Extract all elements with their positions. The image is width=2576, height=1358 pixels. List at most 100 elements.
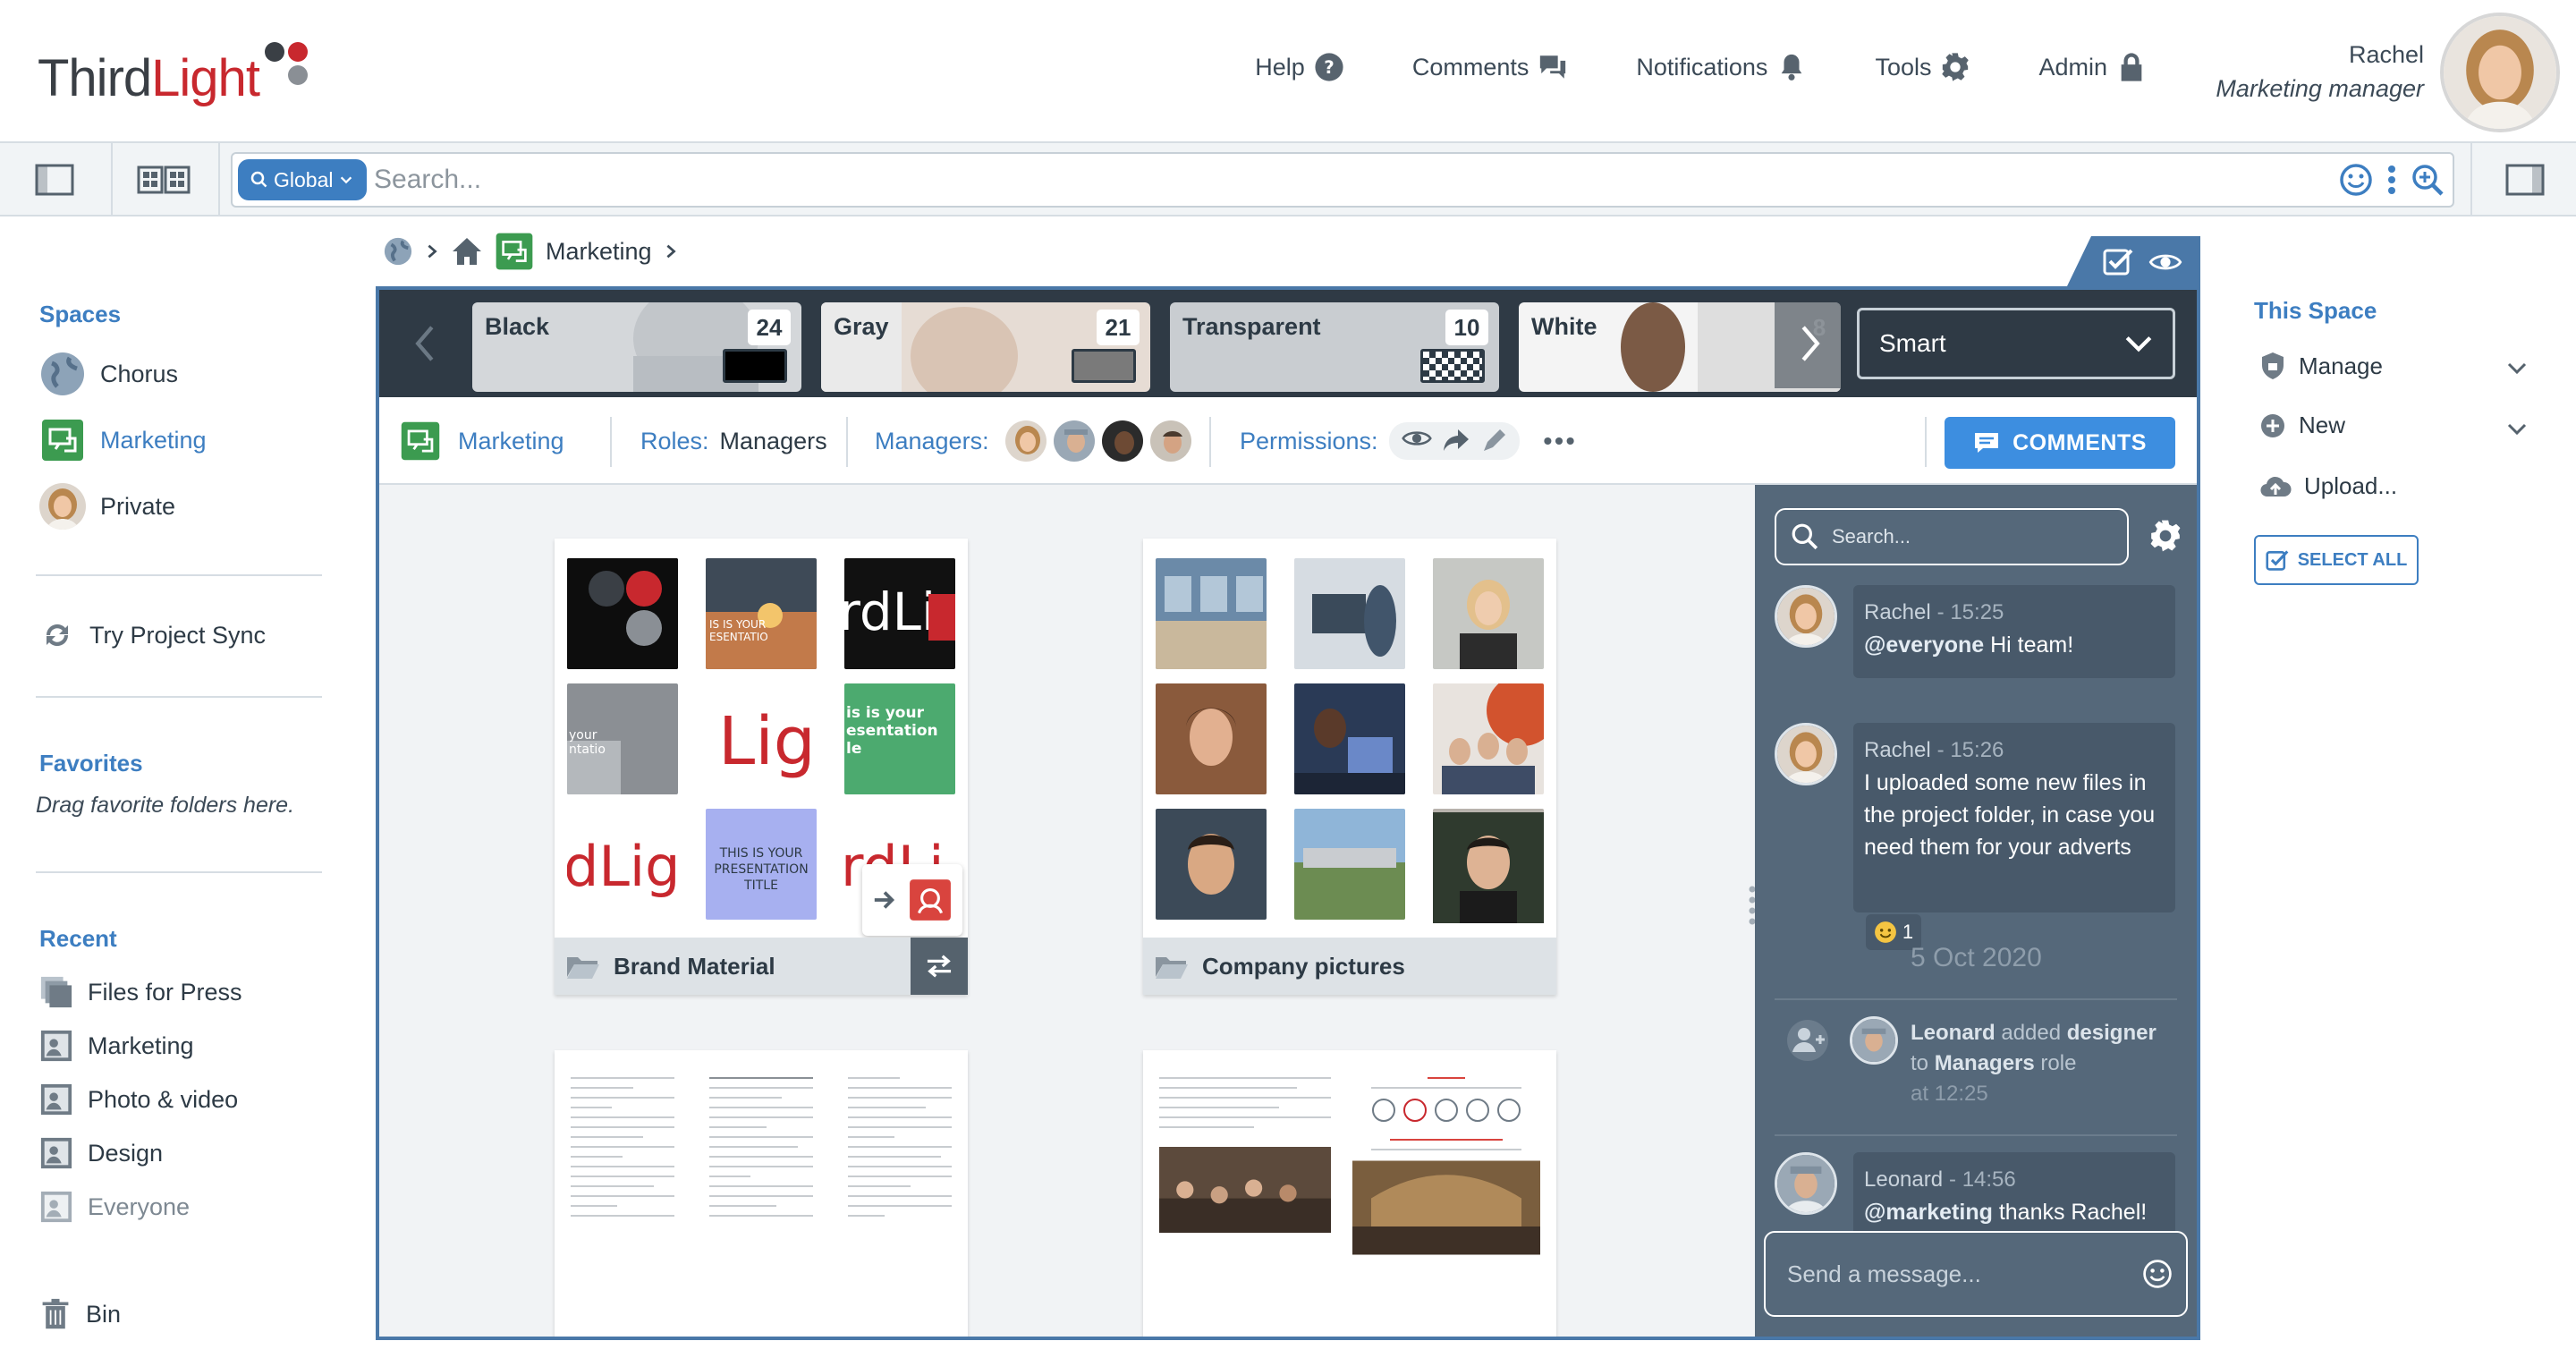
nav-notifications[interactable]: Notifications xyxy=(1636,52,1807,82)
thumbnail[interactable]: THIS IS YOUR PRESENTATION TITLE xyxy=(706,809,817,920)
nav-comments[interactable]: Comments xyxy=(1412,52,1569,82)
document-thumbnail[interactable] xyxy=(706,1074,817,1337)
user-avatar[interactable] xyxy=(2440,13,2560,132)
select-all-button[interactable]: SELECT ALL xyxy=(2254,535,2419,585)
filter-card-transparent[interactable]: Transparent 10 xyxy=(1170,302,1499,392)
space-item-chorus[interactable]: Chorus xyxy=(39,351,178,397)
system-avatar-leonard[interactable] xyxy=(1850,1016,1898,1065)
message-input[interactable] xyxy=(1787,1260,2127,1288)
chat-settings-gear-icon[interactable] xyxy=(2148,519,2182,553)
folder-card-brand-material[interactable]: IS IS YOUR ESENTATIO rdLi your ntatio Lig … xyxy=(555,539,968,995)
manager-avatar[interactable] xyxy=(1003,419,1048,463)
meta-space[interactable]: Marketing xyxy=(399,397,564,485)
recent-item-everyone[interactable]: Everyone xyxy=(39,1190,190,1224)
thumbnail[interactable] xyxy=(1156,558,1267,669)
thumbnail[interactable] xyxy=(567,558,678,669)
folder-card-library-guide[interactable] xyxy=(1143,1050,1556,1337)
folder-card-company-pictures[interactable]: Company pictures xyxy=(1143,539,1556,995)
thumbnail[interactable]: Lig xyxy=(706,683,817,794)
system-actor[interactable]: Leonard xyxy=(1911,1021,1996,1045)
filter-prev-button[interactable] xyxy=(385,299,465,388)
message-avatar-rachel[interactable] xyxy=(1775,723,1837,785)
toggle-left-sidebar-button[interactable] xyxy=(5,152,104,208)
more-vertical-icon[interactable] xyxy=(2386,162,2397,198)
upload-button[interactable]: Upload... xyxy=(2259,472,2397,500)
meta-managers[interactable]: Managers: xyxy=(875,397,1193,485)
chevron-right-icon[interactable] xyxy=(663,243,679,259)
message-mention[interactable]: @everyone xyxy=(1864,632,1984,658)
filter-card-black[interactable]: Black 24 xyxy=(472,302,801,392)
recent-item-files-for-press[interactable]: Files for Press xyxy=(39,975,242,1009)
manage-menu[interactable]: Manage xyxy=(2259,351,2383,381)
search-scope-dropdown[interactable]: Global xyxy=(238,159,367,200)
recent-item-design[interactable]: Design xyxy=(39,1136,163,1170)
bin-link[interactable]: Bin xyxy=(39,1297,121,1331)
filter-next-button[interactable] xyxy=(1775,299,1846,388)
user-info[interactable]: Rachel Marketing manager xyxy=(2216,38,2424,106)
thumbnail[interactable] xyxy=(1156,809,1267,920)
meta-permissions[interactable]: Permissions: xyxy=(1240,397,1575,485)
search-input[interactable] xyxy=(374,159,2252,200)
nav-admin[interactable]: Admin xyxy=(2038,52,2147,82)
grid-view-button[interactable] xyxy=(114,152,213,208)
thirdlight-logo[interactable]: ThirdLight xyxy=(38,42,308,115)
thumbnail[interactable] xyxy=(1156,683,1267,794)
thumbnail[interactable] xyxy=(1433,558,1544,669)
thumbnail[interactable] xyxy=(1294,683,1405,794)
nav-tools[interactable]: Tools xyxy=(1875,52,1970,82)
chevron-down-icon[interactable] xyxy=(2506,361,2528,376)
thumbnail[interactable] xyxy=(1433,683,1544,794)
folder-card-documents[interactable] xyxy=(555,1050,968,1337)
nav-help[interactable]: Help ? xyxy=(1255,52,1344,82)
message-avatar-rachel[interactable] xyxy=(1775,585,1837,648)
thumbnail[interactable] xyxy=(1433,812,1544,923)
document-thumbnail[interactable] xyxy=(1349,1074,1544,1337)
filter-card-gray[interactable]: Gray 21 xyxy=(821,302,1150,392)
try-project-sync-link[interactable]: Try Project Sync xyxy=(39,617,266,653)
manager-avatar[interactable] xyxy=(1051,419,1097,463)
chat-message[interactable]: Rachel - 15:25 @everyone Hi team! xyxy=(1853,585,2175,678)
link-target-popover[interactable] xyxy=(862,864,962,936)
new-label: New xyxy=(2299,412,2346,438)
marketing-space-icon[interactable] xyxy=(494,231,535,272)
globe-icon[interactable] xyxy=(383,236,413,267)
chevron-down-icon[interactable] xyxy=(2506,422,2528,437)
document-thumbnail[interactable] xyxy=(567,1074,678,1337)
manager-avatar[interactable] xyxy=(1099,419,1145,463)
smiley-icon[interactable] xyxy=(2338,162,2374,198)
check-square-icon[interactable] xyxy=(2102,246,2134,278)
filter-mode-select[interactable]: Smart xyxy=(1857,308,2175,379)
chat-search-field[interactable]: Search... xyxy=(1775,508,2129,565)
recent-item-photo-video[interactable]: Photo & video xyxy=(39,1082,238,1116)
thumbnail[interactable]: IS IS YOUR ESENTATIO xyxy=(706,558,817,669)
home-icon[interactable] xyxy=(451,235,483,267)
space-item-private[interactable]: Private xyxy=(39,483,175,530)
document-thumbnail[interactable] xyxy=(1156,1074,1335,1337)
more-horizontal-icon[interactable] xyxy=(1543,436,1575,446)
manager-avatar[interactable] xyxy=(1148,419,1193,463)
space-item-marketing[interactable]: Marketing xyxy=(39,417,207,463)
thumbnail[interactable] xyxy=(1294,809,1405,920)
chat-message[interactable]: Leonard - 14:56 @marketing thanks Rachel… xyxy=(1853,1152,2175,1233)
thumbnail[interactable]: your ntatio xyxy=(567,683,678,794)
folder-link-toggle-button[interactable] xyxy=(911,938,968,995)
meta-roles[interactable]: Roles: Managers xyxy=(640,397,827,485)
user-role: Marketing manager xyxy=(2216,75,2424,102)
toggle-right-sidebar-button[interactable] xyxy=(2476,152,2574,208)
zoom-in-icon[interactable] xyxy=(2410,162,2445,198)
meta-divider xyxy=(1209,417,1211,467)
recent-item-marketing[interactable]: Marketing xyxy=(39,1029,194,1063)
new-menu[interactable]: New xyxy=(2259,412,2345,439)
document-thumbnail[interactable] xyxy=(844,1074,955,1337)
thumbnail[interactable]: is is your esentation le xyxy=(844,683,955,794)
chat-message[interactable]: Rachel - 15:26 I uploaded some new files… xyxy=(1853,723,2175,912)
thumbnail[interactable]: dLigl xyxy=(567,809,678,920)
message-mention[interactable]: @marketing xyxy=(1864,1200,1993,1225)
thumbnail[interactable] xyxy=(1294,558,1405,669)
breadcrumb-current[interactable]: Marketing xyxy=(546,238,652,266)
thumbnail[interactable]: rdLi xyxy=(844,558,955,669)
comments-button[interactable]: COMMENTS xyxy=(1945,417,2175,469)
eye-icon[interactable] xyxy=(2148,250,2182,274)
emoji-picker-icon[interactable] xyxy=(2141,1258,2174,1290)
message-avatar-leonard[interactable] xyxy=(1775,1152,1837,1215)
